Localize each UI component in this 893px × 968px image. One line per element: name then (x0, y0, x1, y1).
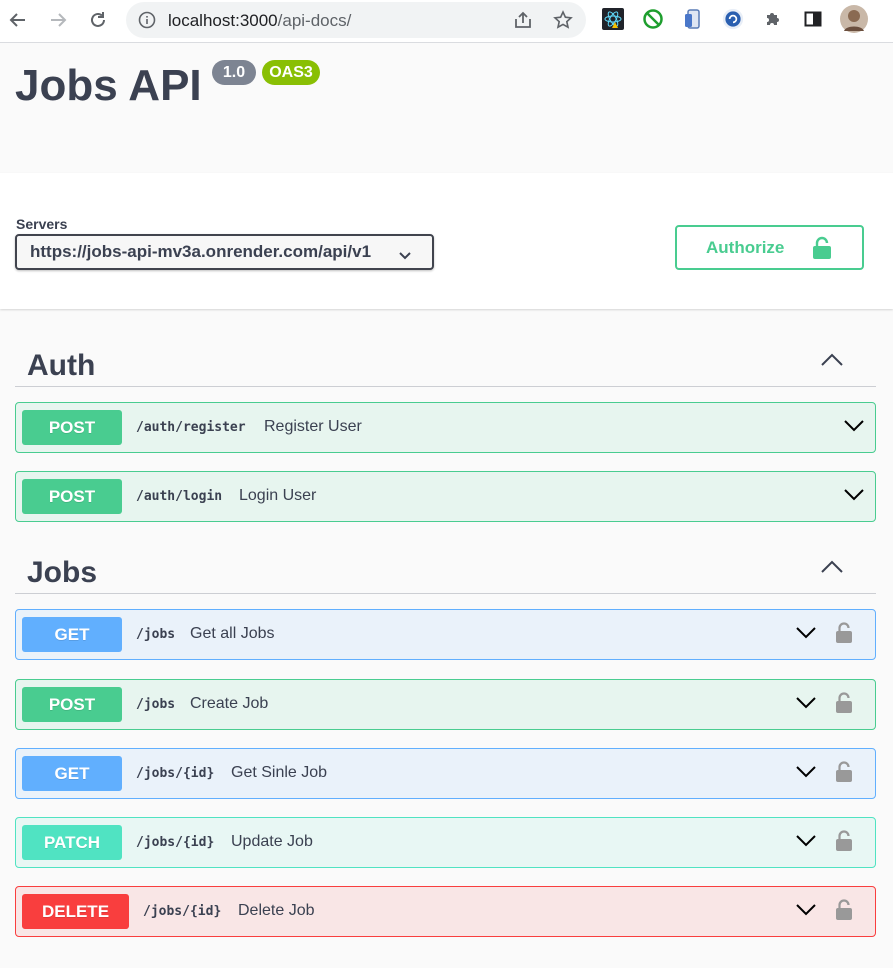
chevron-down-icon[interactable] (795, 765, 817, 784)
operation-delete-job[interactable]: DELETE /jobs/{id} Delete Job (15, 886, 876, 937)
method-badge: POST (22, 687, 122, 722)
section-auth[interactable]: Auth (15, 337, 876, 387)
chevron-down-icon[interactable] (795, 626, 817, 645)
chevron-down-icon[interactable] (795, 834, 817, 853)
block-icon[interactable] (642, 8, 664, 30)
operation-post-auth-login[interactable]: POST /auth/login Login User (15, 471, 876, 522)
api-info: Jobs API 1.0 OAS3 (0, 43, 893, 173)
lock-icon[interactable] (835, 622, 853, 649)
back-button[interactable] (4, 6, 32, 34)
method-badge: GET (22, 756, 122, 791)
method-badge: GET (22, 617, 122, 652)
operation-get-job-by-id[interactable]: GET /jobs/{id} Get Sinle Job (15, 748, 876, 799)
chevron-down-icon[interactable] (843, 419, 865, 438)
lock-icon[interactable] (835, 830, 853, 857)
operation-patch-job[interactable]: PATCH /jobs/{id} Update Job (15, 817, 876, 868)
arrow-right-icon (51, 13, 67, 27)
server-select[interactable]: https://jobs-api-mv3a.onrender.com/api/v… (15, 234, 434, 270)
lock-icon[interactable] (835, 761, 853, 788)
operation-path: /jobs (136, 627, 176, 642)
extension-circle-icon[interactable] (722, 8, 744, 30)
operation-post-jobs[interactable]: POST /jobs Create Job (15, 679, 876, 730)
api-title: Jobs API (15, 61, 202, 110)
arrow-left-icon (9, 13, 25, 27)
method-badge: POST (22, 410, 122, 445)
chevron-down-icon[interactable] (843, 488, 865, 507)
operation-summary: Get all Jobs (190, 625, 275, 642)
operation-path: /jobs/{id} (136, 835, 215, 850)
reload-icon (91, 12, 105, 27)
section-title: Auth (27, 349, 96, 382)
authorize-label: Authorize (706, 237, 785, 257)
authorize-button[interactable]: Authorize (675, 225, 864, 270)
operation-path: /auth/register (136, 420, 246, 435)
operation-get-jobs[interactable]: GET /jobs Get all Jobs (15, 609, 876, 660)
operation-post-auth-register[interactable]: POST /auth/register Register User (15, 402, 876, 453)
operation-summary: Delete Job (238, 902, 315, 919)
star-icon[interactable] (553, 10, 573, 35)
operation-path: /jobs/{id} (136, 766, 215, 781)
lock-icon (812, 236, 832, 265)
puzzle-icon[interactable] (762, 8, 784, 30)
method-badge: DELETE (22, 894, 129, 929)
chevron-down-icon[interactable] (795, 903, 817, 922)
lock-icon[interactable] (835, 692, 853, 719)
address-bar[interactable]: localhost:3000/api-docs/ (126, 2, 586, 38)
side-panel-icon[interactable] (802, 8, 824, 30)
avatar[interactable] (840, 5, 868, 33)
operation-summary: Login User (239, 487, 317, 504)
scheme-container: Servers https://jobs-api-mv3a.onrender.c… (0, 173, 893, 309)
method-badge: PATCH (22, 825, 122, 860)
lock-icon[interactable] (835, 899, 853, 926)
chevron-up-icon[interactable] (820, 353, 844, 372)
operation-summary: Register User (264, 418, 362, 435)
device-icon[interactable] (682, 8, 704, 30)
url-text: localhost:3000/api-docs/ (168, 11, 351, 31)
chevron-up-icon[interactable] (820, 560, 844, 579)
browser-toolbar: localhost:3000/api-docs/ (0, 0, 893, 43)
section-title: Jobs (27, 556, 98, 589)
info-icon[interactable] (138, 11, 156, 34)
url-host: localhost:3000 (168, 11, 278, 30)
method-badge: POST (22, 479, 122, 514)
react-devtools-icon[interactable] (602, 8, 624, 30)
forward-button[interactable] (44, 6, 72, 34)
operation-path: /jobs (136, 697, 176, 712)
url-path: /api-docs/ (277, 11, 352, 30)
reload-button[interactable] (84, 6, 112, 34)
section-jobs[interactable]: Jobs (15, 544, 876, 594)
operation-summary: Update Job (231, 833, 313, 850)
version-badge: 1.0 (212, 60, 256, 85)
share-icon[interactable] (513, 10, 533, 35)
operation-path: /auth/login (136, 489, 223, 504)
operation-path: /jobs/{id} (143, 904, 222, 919)
chevron-down-icon[interactable] (795, 696, 817, 715)
server-select-value: https://jobs-api-mv3a.onrender.com/api/v… (30, 242, 372, 261)
operation-summary: Create Job (190, 695, 269, 712)
chevron-down-icon (398, 246, 412, 266)
oas-badge: OAS3 (262, 60, 320, 85)
operation-summary: Get Sinle Job (231, 764, 328, 781)
servers-label: Servers (16, 216, 68, 232)
